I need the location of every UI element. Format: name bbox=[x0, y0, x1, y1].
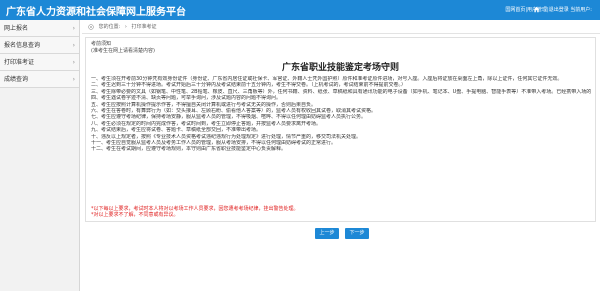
chevron-right-icon: › bbox=[72, 59, 75, 66]
sidebar-item-label: 打印准考证 bbox=[4, 59, 35, 66]
sidebar-item-online-registration[interactable]: 网上报名 › bbox=[0, 20, 79, 37]
chevron-right-icon: › bbox=[72, 76, 75, 83]
location-icon bbox=[88, 23, 94, 30]
notice-head-line2: (准考生在网上请看清楚内容) bbox=[91, 48, 155, 54]
sidebar: 网上报名 › 报名信息查询 › 打印准考证 › 成绩查询 › bbox=[0, 20, 80, 291]
breadcrumb-prefix: 您的位置: bbox=[98, 24, 121, 30]
sidebar-item-print-admission[interactable]: 打印准考证 › bbox=[0, 54, 79, 71]
previous-step-button[interactable]: 上一步 bbox=[315, 228, 339, 239]
chevron-right-icon: › bbox=[72, 42, 75, 49]
chevron-right-icon: › bbox=[72, 25, 75, 32]
warning-note: *对以上要求不了解，不同意或有异议。 bbox=[91, 212, 179, 219]
sidebar-item-registration-query[interactable]: 报名信息查询 › bbox=[0, 37, 79, 54]
rule-item: 十二、考生在考试期间，应遵守考场规则，本守则由广东省职业技能鉴定中心负责解释。 bbox=[91, 146, 287, 153]
sidebar-item-label: 网上报名 bbox=[4, 25, 29, 32]
next-step-button[interactable]: 下一步 bbox=[345, 228, 369, 239]
user-info[interactable]: 国网首页|用户管理|退出登录 当前用户: bbox=[505, 6, 592, 13]
sidebar-item-label: 报名信息查询 bbox=[4, 42, 41, 49]
breadcrumb: 您的位置: › 打印准考证 bbox=[82, 20, 600, 34]
breadcrumb-separator: › bbox=[124, 24, 127, 30]
warning-notes: *以下每以上要求，考试时本人将对以考场工作人员要求，因您遭考考场纪律，挂出警告处… bbox=[91, 206, 299, 219]
breadcrumb-current: 打印准考证 bbox=[131, 24, 157, 30]
app-title: 广东省人力资源和社会保障网上服务平台 bbox=[6, 7, 186, 18]
notice-head-line1: 考前须知 bbox=[91, 41, 112, 47]
notice-panel: 考前须知 (准考生在网上请看清楚内容) 广东省职业技能鉴定考场守则 一、考生须在… bbox=[85, 37, 596, 222]
notice-header: 考前须知 (准考生在网上请看清楚内容) bbox=[91, 41, 155, 55]
rules-list: 一、考生须在开考前30分钟凭有效身份证件（身份证、广东省内居住证或社保卡、军官证… bbox=[91, 76, 591, 153]
top-header-bar: 广东省人力资源和社会保障网上服务平台 国网首页|用户管理|退出登录 当前用户: bbox=[0, 0, 600, 20]
sidebar-item-label: 成绩查询 bbox=[4, 76, 29, 83]
notice-title: 广东省职业技能鉴定考场守则 bbox=[281, 63, 399, 73]
sidebar-item-score-query[interactable]: 成绩查询 › bbox=[0, 71, 79, 88]
